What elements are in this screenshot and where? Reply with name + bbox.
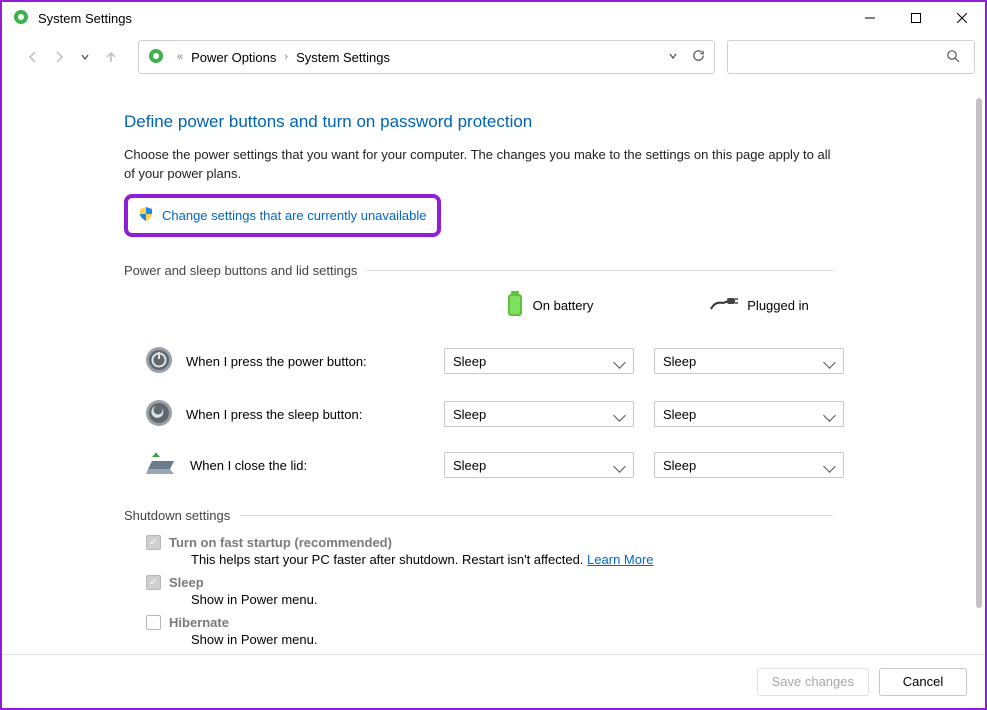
plug-icon bbox=[709, 295, 739, 316]
content-area: Define power buttons and turn on passwor… bbox=[2, 92, 985, 654]
recent-dropdown[interactable] bbox=[74, 46, 96, 68]
sleep-button-plugged-select[interactable]: Sleep bbox=[654, 401, 844, 427]
close-button[interactable] bbox=[939, 2, 985, 34]
sleep-item: Sleep Show in Power menu. bbox=[146, 575, 833, 607]
save-changes-button[interactable]: Save changes bbox=[757, 668, 869, 696]
section-title: Shutdown settings bbox=[124, 508, 230, 523]
shield-icon bbox=[138, 206, 154, 225]
nav-toolbar: « Power Options › System Settings bbox=[2, 34, 985, 82]
sleep-button-icon bbox=[144, 398, 174, 431]
scrollbar[interactable] bbox=[976, 98, 982, 608]
power-button-plugged-select[interactable]: Sleep bbox=[654, 348, 844, 374]
title-bar: System Settings bbox=[2, 2, 985, 34]
column-plugged: Plugged in bbox=[654, 295, 864, 320]
change-settings-link[interactable]: Change settings that are currently unava… bbox=[162, 208, 427, 223]
close-lid-plugged-select[interactable]: Sleep bbox=[654, 452, 844, 478]
breadcrumb-item[interactable]: System Settings bbox=[296, 50, 390, 65]
back-button[interactable] bbox=[22, 46, 44, 68]
sleep-checkbox[interactable] bbox=[146, 575, 161, 590]
address-dropdown-icon[interactable] bbox=[667, 50, 679, 65]
window-title: System Settings bbox=[38, 11, 132, 26]
laptop-lid-icon bbox=[144, 451, 178, 480]
section-header-shutdown: Shutdown settings bbox=[124, 508, 833, 523]
breadcrumb-prefix: « bbox=[177, 51, 183, 63]
sleep-button-battery-select[interactable]: Sleep bbox=[444, 401, 634, 427]
page-intro: Choose the power settings that you want … bbox=[124, 146, 833, 184]
cancel-button[interactable]: Cancel bbox=[879, 668, 967, 696]
minimize-button[interactable] bbox=[847, 2, 893, 34]
fast-startup-checkbox[interactable] bbox=[146, 535, 161, 550]
row-close-lid: When I close the lid: bbox=[144, 451, 444, 480]
forward-button[interactable] bbox=[48, 46, 70, 68]
section-title: Power and sleep buttons and lid settings bbox=[124, 263, 357, 278]
maximize-button[interactable] bbox=[893, 2, 939, 34]
fast-startup-item: Turn on fast startup (recommended) This … bbox=[146, 535, 833, 567]
refresh-button[interactable] bbox=[691, 48, 706, 66]
power-button-icon bbox=[144, 345, 174, 378]
column-battery: On battery bbox=[444, 290, 654, 325]
search-icon bbox=[946, 49, 960, 66]
row-power-button: When I press the power button: bbox=[144, 345, 444, 378]
section-header-power: Power and sleep buttons and lid settings bbox=[124, 263, 833, 278]
row-sleep-button: When I press the sleep button: bbox=[144, 398, 444, 431]
address-bar[interactable]: « Power Options › System Settings bbox=[138, 40, 715, 74]
up-button[interactable] bbox=[100, 46, 122, 68]
change-settings-link-highlight: Change settings that are currently unava… bbox=[124, 194, 441, 237]
learn-more-link[interactable]: Learn More bbox=[587, 552, 653, 567]
hibernate-checkbox[interactable] bbox=[146, 615, 161, 630]
battery-icon bbox=[505, 290, 525, 321]
footer: Save changes Cancel bbox=[2, 654, 985, 708]
app-icon bbox=[12, 8, 30, 29]
power-button-battery-select[interactable]: Sleep bbox=[444, 348, 634, 374]
address-icon bbox=[147, 47, 165, 68]
hibernate-item: Hibernate Show in Power menu. bbox=[146, 615, 833, 647]
chevron-right-icon: › bbox=[284, 51, 288, 63]
breadcrumb-item[interactable]: Power Options bbox=[191, 50, 276, 65]
search-input[interactable] bbox=[727, 40, 975, 74]
page-heading: Define power buttons and turn on passwor… bbox=[124, 112, 833, 132]
close-lid-battery-select[interactable]: Sleep bbox=[444, 452, 634, 478]
